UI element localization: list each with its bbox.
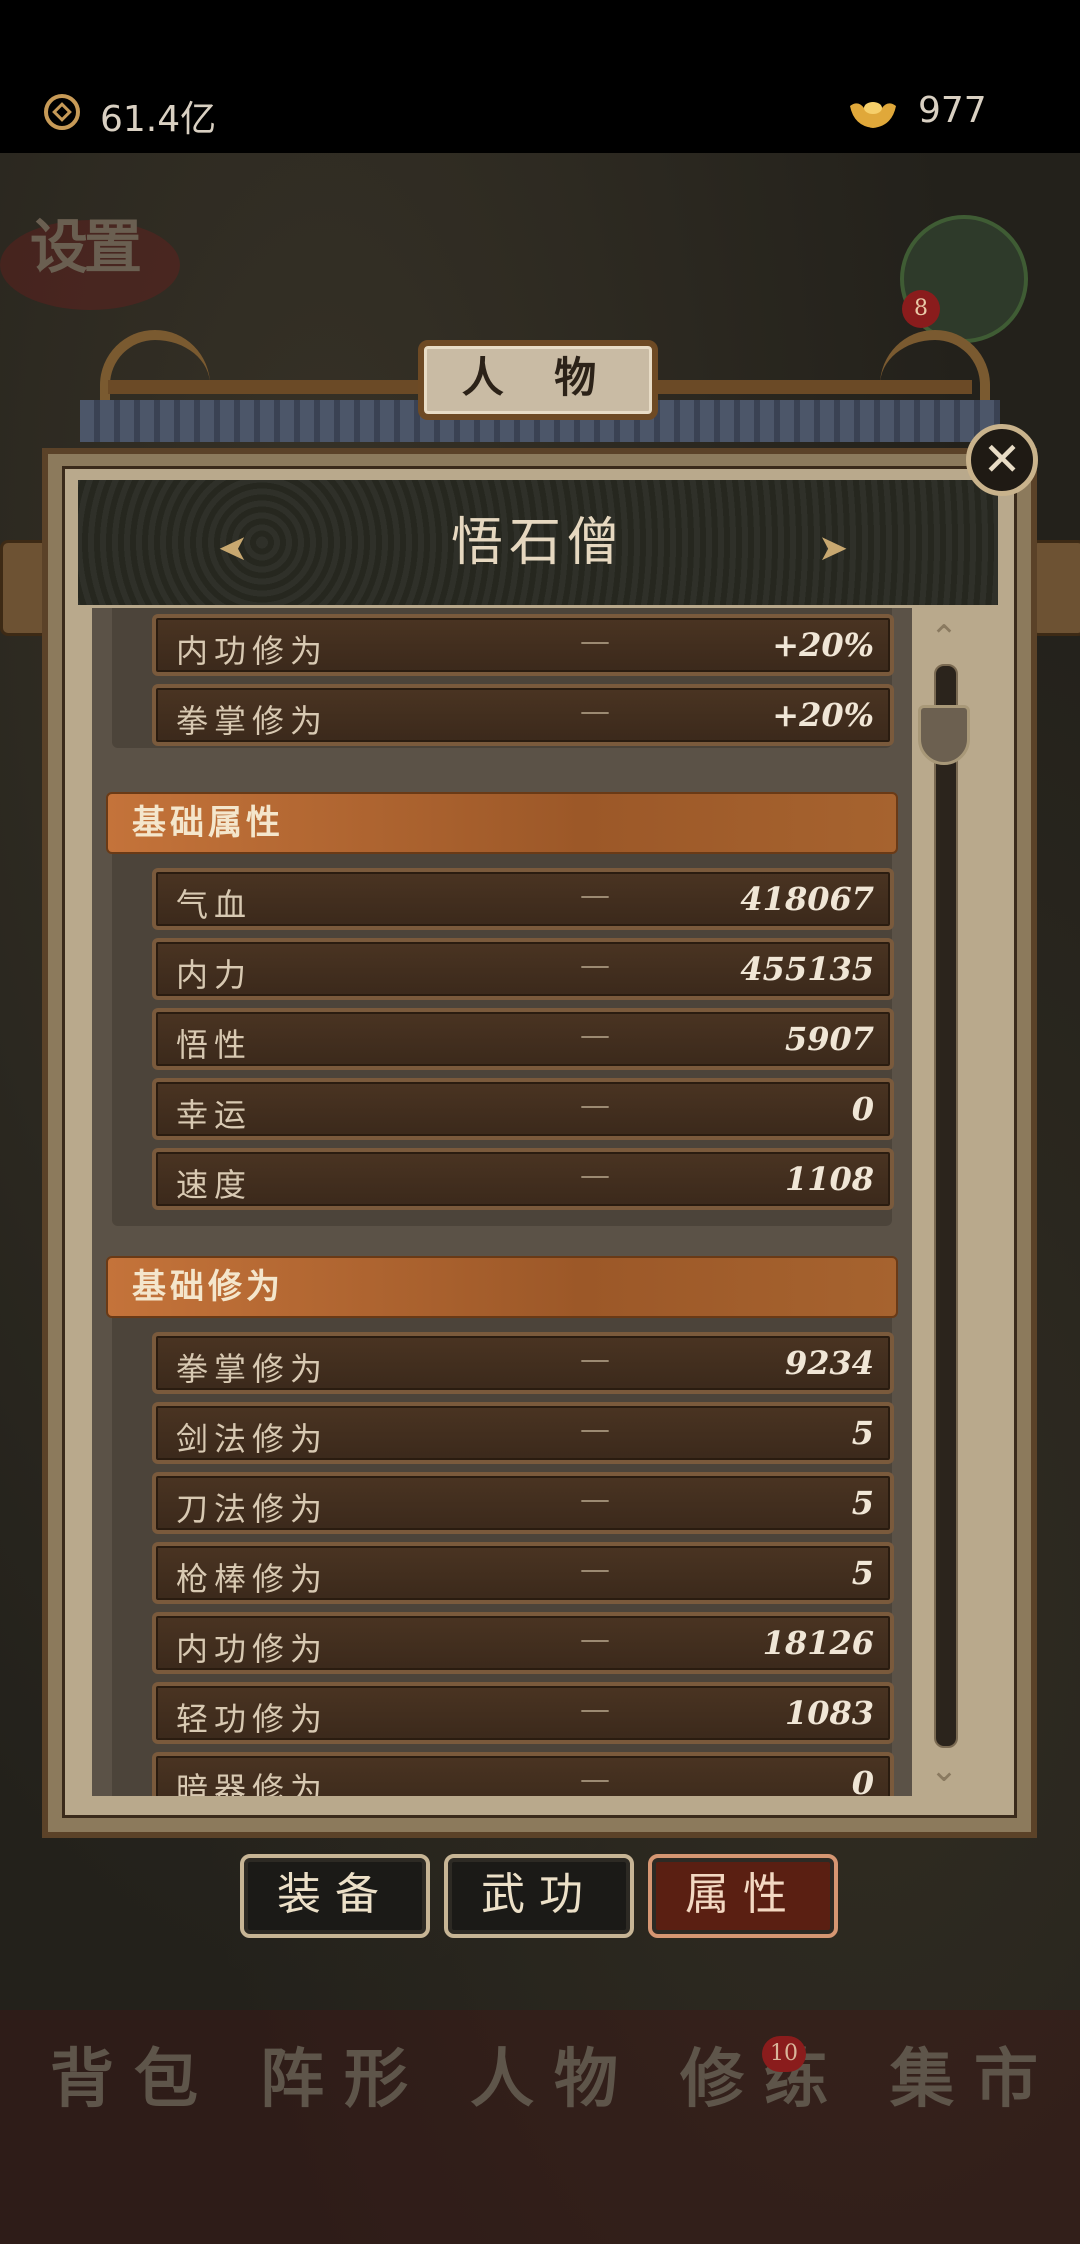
nav-item-character[interactable]: 人物	[470, 2040, 640, 2210]
stat-row-hp: 气血 — 418067	[152, 868, 894, 930]
stat-value: +20%	[772, 626, 874, 664]
training-notification-badge: 10	[762, 2036, 806, 2072]
stat-separator: —	[580, 1482, 610, 1517]
stat-value: 418067	[740, 880, 874, 918]
stat-separator: —	[580, 1018, 610, 1053]
coins-value: 61.4亿	[100, 99, 217, 140]
stat-name: 速度	[176, 1166, 253, 1204]
ingots-value: 977	[918, 90, 987, 131]
nav-item-formation[interactable]: 阵形	[260, 2040, 430, 2210]
previous-group: 内功修为 — +20% 拳掌修为 — +20%	[112, 608, 894, 748]
stat-value: 0	[851, 1090, 874, 1128]
base-cultivation-group: 基础修为 拳掌修为 — 9234 剑法修为 — 5 刀法修为 — 5 枪棒修为 …	[106, 1256, 898, 1796]
stat-value: 5	[851, 1554, 874, 1592]
stat-name: 拳掌修为	[176, 1350, 329, 1388]
scroll-up-chevron-icon[interactable]: ⌃	[924, 618, 964, 658]
base-cultivation-header: 基础修为	[106, 1256, 898, 1318]
panel-title: 人 物	[418, 340, 658, 420]
stat-name: 悟性	[176, 1026, 253, 1064]
settings-button[interactable]: 设置	[30, 200, 142, 284]
stat-value: 5	[851, 1484, 874, 1522]
stat-separator: —	[580, 1622, 610, 1657]
stat-value: +20%	[772, 696, 874, 734]
base-attributes-group: 基础属性 气血 — 418067 内力 — 455135 悟性 — 5907 幸…	[106, 792, 898, 1226]
stat-separator: —	[580, 1692, 610, 1727]
base-attributes-header: 基础属性	[106, 792, 898, 854]
stat-value: 1083	[784, 1694, 874, 1732]
stat-separator: —	[580, 1088, 610, 1123]
stat-row-sword: 剑法修为 — 5	[152, 1402, 894, 1464]
stat-name: 枪棒修为	[176, 1560, 329, 1598]
stat-separator: —	[580, 878, 610, 913]
stat-name: 刀法修为	[176, 1490, 329, 1528]
stat-row-luck: 幸运 — 0	[152, 1078, 894, 1140]
close-button[interactable]: ✕	[966, 424, 1038, 496]
stat-value: 1108	[784, 1160, 874, 1198]
stat-separator: —	[580, 1342, 610, 1377]
nav-item-bag[interactable]: 背包	[50, 2040, 220, 2210]
scrollbar-track[interactable]	[934, 664, 958, 1748]
stat-value: 0	[851, 1764, 874, 1796]
stat-separator: —	[580, 1552, 610, 1587]
scrollbar-thumb[interactable]	[918, 705, 970, 765]
stat-row-comprehension: 悟性 — 5907	[152, 1008, 894, 1070]
stat-value: 18126	[762, 1624, 874, 1662]
stat-name: 内功修为	[176, 632, 329, 670]
next-character-arrow-icon[interactable]: ➤	[818, 528, 848, 569]
lantern-right	[1030, 540, 1080, 636]
nav-item-training[interactable]: 修练	[680, 2040, 850, 2210]
stat-row-speed: 速度 — 1108	[152, 1148, 894, 1210]
copper-coin-icon	[44, 94, 80, 130]
stat-name: 内功修为	[176, 1630, 329, 1668]
stat-separator: —	[580, 1412, 610, 1447]
stat-value: 5907	[784, 1020, 874, 1058]
tab-martial-arts[interactable]: 武功	[444, 1854, 634, 1938]
stat-row: 拳掌修为 — +20%	[152, 684, 894, 746]
stat-row: 内功修为 — +20%	[152, 614, 894, 676]
stat-separator: —	[580, 1158, 610, 1193]
stat-row-fist: 拳掌修为 — 9234	[152, 1332, 894, 1394]
stat-row-mp: 内力 — 455135	[152, 938, 894, 1000]
attributes-scroll-area[interactable]: 内功修为 — +20% 拳掌修为 — +20% 基础属性 气血 — 418067…	[92, 608, 912, 1796]
tab-equipment[interactable]: 装备	[240, 1854, 430, 1938]
stat-value: 455135	[740, 950, 874, 988]
stat-value: 9234	[784, 1344, 874, 1382]
nav-item-market[interactable]: 集市	[890, 2040, 1060, 2210]
stat-row-internal: 内功修为 — 18126	[152, 1612, 894, 1674]
gold-ingot-icon	[850, 102, 896, 128]
stat-name: 拳掌修为	[176, 702, 329, 740]
stat-name: 剑法修为	[176, 1420, 329, 1458]
stat-row-lightness: 轻功修为 — 1083	[152, 1682, 894, 1744]
stat-name: 暗器修为	[176, 1770, 329, 1796]
stat-name: 幸运	[176, 1096, 253, 1134]
scroll-down-chevron-icon[interactable]: ⌄	[924, 1750, 964, 1790]
character-header: ➤ 悟石僧 ➤	[78, 480, 998, 605]
stat-row-blade: 刀法修为 — 5	[152, 1472, 894, 1534]
tab-attributes[interactable]: 属性	[648, 1854, 838, 1938]
stat-row-spear: 枪棒修为 — 5	[152, 1542, 894, 1604]
stat-value: 5	[851, 1414, 874, 1452]
stat-row-hidden-weapon: 暗器修为 — 0	[152, 1752, 894, 1796]
stat-separator: —	[580, 948, 610, 983]
stat-name: 气血	[176, 886, 253, 924]
stat-separator: —	[580, 1762, 610, 1796]
stat-name: 内力	[176, 956, 253, 994]
status-bar: 61.4亿 977	[0, 0, 1080, 153]
stat-separator: —	[580, 694, 610, 729]
stat-separator: —	[580, 624, 610, 659]
stat-name: 轻功修为	[176, 1700, 329, 1738]
character-name: 悟石僧	[450, 513, 625, 573]
level-badge: 8	[902, 290, 940, 328]
